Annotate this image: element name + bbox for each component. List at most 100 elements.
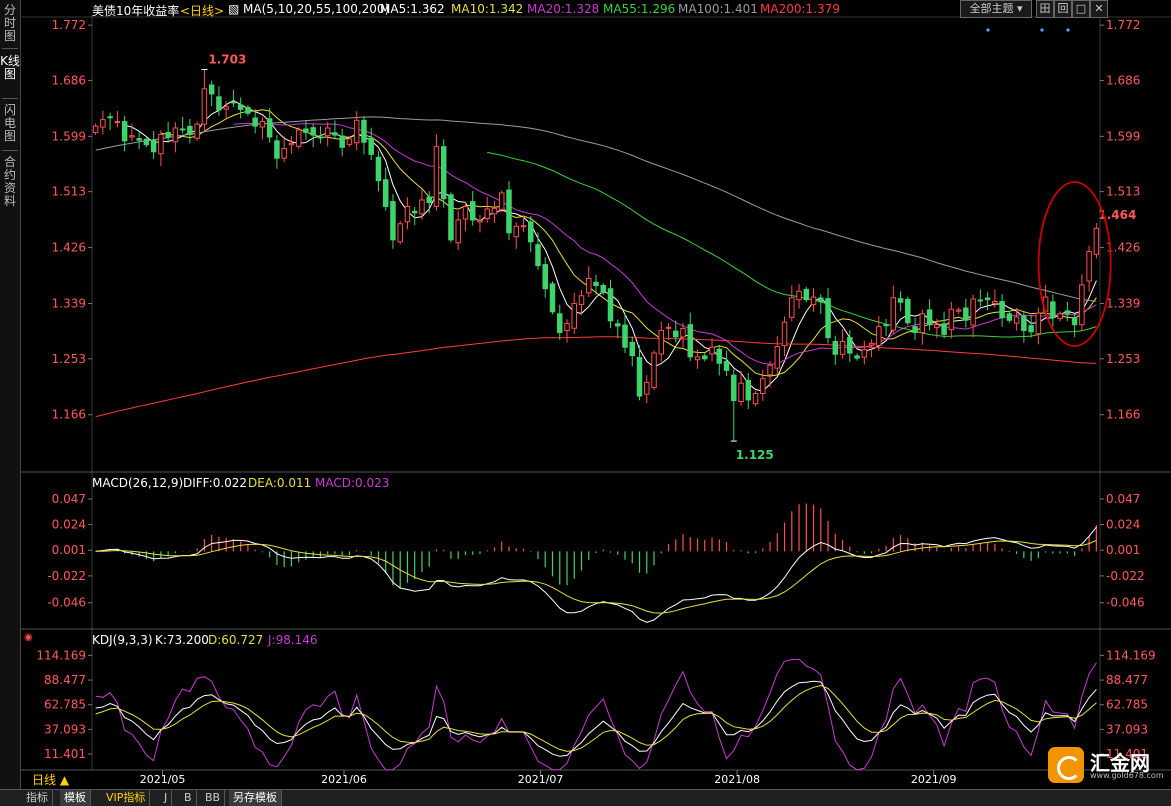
candle-body	[491, 207, 498, 215]
candle-body	[288, 142, 295, 146]
tab-save-template[interactable]: 另存模板	[229, 790, 282, 806]
candle-body	[506, 189, 512, 234]
candle-body	[687, 324, 694, 358]
candle-body	[1021, 315, 1027, 331]
restore-window-button[interactable]: 回	[1054, 0, 1072, 18]
candle-body	[941, 323, 947, 335]
candle-body	[404, 205, 411, 223]
macd-axis-tick-label-right: -0.046	[1106, 596, 1145, 610]
macd-axis-tick-label-left: -0.046	[47, 596, 86, 610]
candle-body	[397, 223, 403, 243]
price-axis-tick-label-left: 1.426	[52, 241, 86, 255]
candle-body	[658, 330, 665, 355]
kdj-axis-tick-label-left: 114.169	[36, 648, 86, 662]
period-selector[interactable]: 日线 ▲	[32, 771, 69, 789]
ma10-value: MA10:1.342	[451, 2, 524, 16]
price-axis-tick-label-left: 1.599	[52, 129, 86, 143]
theme-label: 全部主题	[969, 2, 1014, 15]
candle-body	[1093, 227, 1100, 255]
tab-indicators[interactable]: 指标	[22, 790, 53, 806]
kdj-k-line	[95, 680, 1097, 757]
kdj-axis-tick-label-right: 114.169	[1106, 648, 1156, 662]
price-axis-tick-label-left: 1.686	[52, 73, 86, 87]
price-axis-tick-label-right: 1.686	[1106, 73, 1140, 87]
candle-body	[143, 138, 150, 146]
candle-body	[992, 301, 998, 305]
macd-axis-tick-label-right: 0.047	[1106, 492, 1140, 506]
maximize-window-button[interactable]: □	[1072, 0, 1090, 18]
price-axis-tick-label-right: 1.599	[1106, 129, 1140, 143]
candle-body	[114, 121, 121, 124]
instrument-title: 美债10年收益率	[92, 4, 180, 18]
candle-body	[187, 125, 193, 135]
candle-body	[825, 298, 831, 339]
candle-body	[984, 297, 991, 301]
tab-bb[interactable]: BB	[201, 790, 226, 806]
gold678-logo: 汇金网 www.gold678.com	[1046, 745, 1166, 787]
candle-body	[1064, 310, 1071, 315]
macd-axis-tick-label-right: 0.024	[1106, 518, 1140, 532]
candle-body	[1079, 284, 1085, 326]
candle-body	[1035, 312, 1042, 335]
candle-body	[92, 125, 99, 133]
kdj-axis-tick-label-left: 88.477	[44, 673, 86, 687]
candle-body	[970, 298, 976, 326]
kdj-settings-icon[interactable]: ◉	[24, 632, 33, 643]
macd-axis-tick-label-left: -0.022	[47, 569, 86, 583]
candle-body	[651, 352, 657, 388]
ma5-line	[124, 99, 1097, 392]
candle-body	[455, 219, 461, 244]
candle-body	[709, 346, 715, 355]
candle-body	[223, 106, 229, 110]
candle-body	[448, 194, 454, 241]
candle-body	[615, 323, 621, 327]
candle-body	[237, 104, 244, 110]
candle-body	[332, 132, 338, 136]
candle-body	[847, 337, 853, 354]
candle-body	[1028, 325, 1034, 333]
marker-dot	[1066, 28, 1070, 32]
candle-body	[390, 201, 396, 241]
candle-body	[477, 220, 483, 223]
ma200-value: MA200:1.379	[760, 2, 840, 16]
ma100-line	[95, 116, 1097, 302]
kdj-d-value: D:60.727	[208, 633, 264, 647]
price-axis-tick-label-right: 1.339	[1106, 297, 1140, 311]
tab-templates[interactable]: 模板	[60, 790, 91, 806]
candle-body	[919, 313, 926, 333]
macd-hist-value: MACD:0.023	[315, 476, 390, 490]
ma200-line	[95, 336, 1097, 418]
candle-body	[411, 210, 418, 214]
grid-layout-button[interactable]: 田	[1036, 0, 1054, 18]
ma-toggle-icon[interactable]: ▧	[228, 2, 239, 16]
period-label: <日线>	[180, 4, 225, 18]
candle-body	[905, 298, 911, 324]
candle-body	[977, 299, 984, 302]
candle-body	[259, 121, 266, 128]
candle-body	[426, 196, 432, 204]
theme-selector[interactable]: 全部主题 ▾	[960, 0, 1032, 18]
candle-body	[201, 88, 208, 125]
candle-body	[868, 342, 875, 346]
candle-body	[208, 84, 215, 95]
candle-body	[556, 313, 563, 333]
kdj-axis-tick-label-right: 88.477	[1106, 673, 1148, 687]
kline-chart[interactable]: 1.166 1.1661.253 1.2531.339 1.3391.426 1.426…	[0, 0, 1171, 789]
candle-body	[252, 117, 258, 127]
ma55-value: MA55:1.296	[603, 2, 676, 16]
tab-b[interactable]: B	[180, 790, 197, 806]
candle-body	[484, 208, 490, 220]
tab-vip-indicators[interactable]: VIP指标	[102, 790, 151, 806]
candle-body	[767, 364, 773, 376]
price-axis-tick-label-right: 1.166	[1106, 408, 1140, 422]
candle-body	[926, 309, 933, 326]
high-annotation: 1.703	[208, 53, 246, 67]
kdj-axis-tick-label-right: 62.785	[1106, 698, 1148, 712]
candle-body	[469, 201, 476, 221]
close-window-button[interactable]: ✕	[1090, 0, 1108, 18]
candle-body	[295, 129, 302, 147]
maximize-icon: □	[1075, 2, 1087, 15]
macd-axis-tick-label-left: 0.001	[52, 543, 86, 557]
close-icon: ✕	[1094, 2, 1104, 15]
tab-j[interactable]: J	[160, 790, 173, 806]
